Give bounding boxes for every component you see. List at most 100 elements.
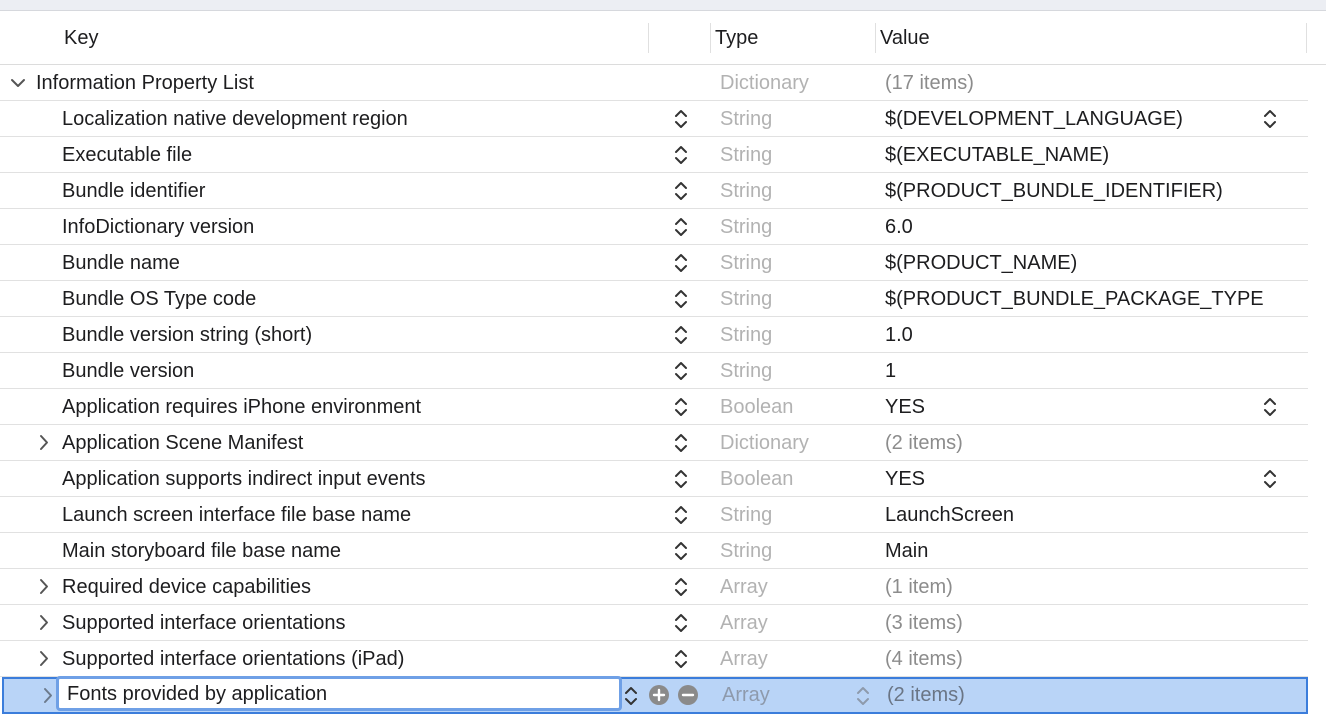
table-row[interactable]: Supported interface orientations (iPad) A… bbox=[0, 641, 1308, 677]
up-down-chevron-icon[interactable] bbox=[1263, 107, 1277, 131]
up-down-chevron-icon[interactable] bbox=[674, 431, 688, 455]
row-key[interactable]: Main storyboard file base name bbox=[62, 533, 341, 568]
row-key[interactable]: Required device capabilities bbox=[62, 569, 311, 604]
table-row[interactable]: Bundle version String 1 bbox=[0, 353, 1308, 389]
up-down-chevron-icon[interactable] bbox=[674, 611, 688, 635]
row-key[interactable]: Launch screen interface file base name bbox=[62, 497, 411, 532]
row-value[interactable]: $(PRODUCT_BUNDLE_PACKAGE_TYPE bbox=[885, 281, 1264, 316]
up-down-chevron-icon[interactable] bbox=[674, 215, 688, 239]
table-row[interactable]: InfoDictionary version String 6.0 bbox=[0, 209, 1308, 245]
table-row[interactable]: Application requires iPhone environment B… bbox=[0, 389, 1308, 425]
up-down-chevron-icon[interactable] bbox=[674, 395, 688, 419]
column-divider[interactable] bbox=[875, 23, 876, 53]
table-row[interactable]: Bundle OS Type code String $(PRODUCT_BUNDL… bbox=[0, 281, 1308, 317]
up-down-chevron-icon[interactable] bbox=[674, 539, 688, 563]
up-down-chevron-icon[interactable] bbox=[674, 323, 688, 347]
plus-circle-icon[interactable] bbox=[649, 685, 669, 705]
table-row[interactable]: Application Scene Manifest Dictionary (2 i… bbox=[0, 425, 1308, 461]
row-value[interactable]: 1 bbox=[885, 353, 896, 388]
row-type[interactable]: String bbox=[720, 101, 772, 136]
key-edit-text[interactable]: Fonts provided by application bbox=[67, 679, 327, 710]
table-row[interactable]: Required device capabilities Array (1 item… bbox=[0, 569, 1308, 605]
table-row[interactable]: Launch screen interface file base name St… bbox=[0, 497, 1308, 533]
row-key[interactable]: Bundle version string (short) bbox=[62, 317, 312, 352]
row-value[interactable]: $(DEVELOPMENT_LANGUAGE) bbox=[885, 101, 1183, 136]
row-key[interactable]: Bundle version bbox=[62, 353, 194, 388]
row-value[interactable]: YES bbox=[885, 389, 925, 424]
column-divider[interactable] bbox=[710, 23, 711, 53]
row-type[interactable]: String bbox=[720, 533, 772, 568]
row-type[interactable]: String bbox=[720, 137, 772, 172]
up-down-chevron-icon[interactable] bbox=[1263, 395, 1277, 419]
up-down-chevron-icon[interactable] bbox=[674, 503, 688, 527]
row-type[interactable]: String bbox=[720, 497, 772, 532]
row-type[interactable]: Array bbox=[720, 605, 768, 640]
column-divider[interactable] bbox=[1306, 23, 1307, 53]
table-row[interactable]: Localization native development region St… bbox=[0, 101, 1308, 137]
row-type[interactable]: String bbox=[720, 209, 772, 244]
up-down-chevron-icon[interactable] bbox=[674, 467, 688, 491]
row-type[interactable]: String bbox=[720, 281, 772, 316]
table-row[interactable]: Main storyboard file base name String Main bbox=[0, 533, 1308, 569]
row-type[interactable]: Array bbox=[720, 569, 768, 604]
up-down-chevron-icon[interactable] bbox=[674, 287, 688, 311]
chevron-right-icon[interactable] bbox=[36, 569, 52, 604]
row-key[interactable]: InfoDictionary version bbox=[62, 209, 254, 244]
table-row[interactable]: Executable file String $(EXECUTABLE_NAME) bbox=[0, 137, 1308, 173]
table-row[interactable]: Bundle name String $(PRODUCT_NAME) bbox=[0, 245, 1308, 281]
row-type[interactable]: String bbox=[720, 173, 772, 208]
up-down-chevron-icon[interactable] bbox=[674, 359, 688, 383]
root-row[interactable]: Information Property List Dictionary (17… bbox=[0, 65, 1308, 101]
row-value[interactable]: 1.0 bbox=[885, 317, 913, 352]
minus-circle-icon[interactable] bbox=[678, 685, 698, 705]
row-key[interactable]: Bundle identifier bbox=[62, 173, 205, 208]
row-key[interactable]: Supported interface orientations bbox=[62, 605, 346, 640]
row-key[interactable]: Executable file bbox=[62, 137, 192, 172]
row-type[interactable]: String bbox=[720, 317, 772, 352]
row-value[interactable]: 6.0 bbox=[885, 209, 913, 244]
chevron-right-icon[interactable] bbox=[40, 679, 56, 714]
up-down-chevron-icon[interactable] bbox=[674, 575, 688, 599]
chevron-right-icon[interactable] bbox=[36, 425, 52, 460]
chevron-right-icon[interactable] bbox=[36, 641, 52, 676]
up-down-chevron-icon[interactable] bbox=[674, 251, 688, 275]
key-edit-field[interactable]: Fonts provided by application bbox=[56, 676, 622, 711]
row-type[interactable]: String bbox=[720, 353, 772, 388]
row-key[interactable]: Application supports indirect input even… bbox=[62, 461, 426, 496]
up-down-chevron-icon[interactable] bbox=[856, 684, 870, 708]
row-value[interactable]: $(EXECUTABLE_NAME) bbox=[885, 137, 1109, 172]
chevron-down-icon[interactable] bbox=[10, 65, 26, 100]
up-down-chevron-icon[interactable] bbox=[674, 143, 688, 167]
row-value[interactable]: $(PRODUCT_NAME) bbox=[885, 245, 1077, 280]
row-type[interactable]: Dictionary bbox=[720, 425, 809, 460]
table-row[interactable]: Bundle identifier String $(PRODUCT_BUNDLE_… bbox=[0, 173, 1308, 209]
row-key[interactable]: Localization native development region bbox=[62, 101, 408, 136]
up-down-chevron-icon[interactable] bbox=[674, 179, 688, 203]
up-down-chevron-icon[interactable] bbox=[1263, 467, 1277, 491]
column-header-key[interactable]: Key bbox=[64, 11, 98, 64]
row-type[interactable]: Boolean bbox=[720, 389, 793, 424]
table-row[interactable]: Bundle version string (short) String 1.0 bbox=[0, 317, 1308, 353]
row-value[interactable]: LaunchScreen bbox=[885, 497, 1014, 532]
chevron-right-icon[interactable] bbox=[36, 605, 52, 640]
up-down-chevron-icon[interactable] bbox=[674, 647, 688, 671]
selected-type[interactable]: Array bbox=[722, 677, 770, 712]
up-down-chevron-icon[interactable] bbox=[624, 684, 638, 708]
row-type[interactable]: Boolean bbox=[720, 461, 793, 496]
row-value[interactable]: Main bbox=[885, 533, 928, 568]
table-row[interactable]: Supported interface orientations Array (3 … bbox=[0, 605, 1308, 641]
up-down-chevron-icon[interactable] bbox=[674, 107, 688, 131]
row-value[interactable]: YES bbox=[885, 461, 925, 496]
column-header-value[interactable]: Value bbox=[880, 11, 930, 64]
row-type[interactable]: String bbox=[720, 245, 772, 280]
row-key[interactable]: Application Scene Manifest bbox=[62, 425, 303, 460]
row-type[interactable]: Array bbox=[720, 641, 768, 676]
row-key[interactable]: Application requires iPhone environment bbox=[62, 389, 421, 424]
row-key[interactable]: Supported interface orientations (iPad) bbox=[62, 641, 404, 676]
selected-row[interactable]: Fonts provided by application Array (2 i… bbox=[2, 676, 1308, 714]
table-row[interactable]: Application supports indirect input even… bbox=[0, 461, 1308, 497]
row-value[interactable]: $(PRODUCT_BUNDLE_IDENTIFIER) bbox=[885, 173, 1223, 208]
row-key[interactable]: Bundle name bbox=[62, 245, 180, 280]
column-header-type[interactable]: Type bbox=[715, 11, 758, 64]
row-key[interactable]: Bundle OS Type code bbox=[62, 281, 256, 316]
